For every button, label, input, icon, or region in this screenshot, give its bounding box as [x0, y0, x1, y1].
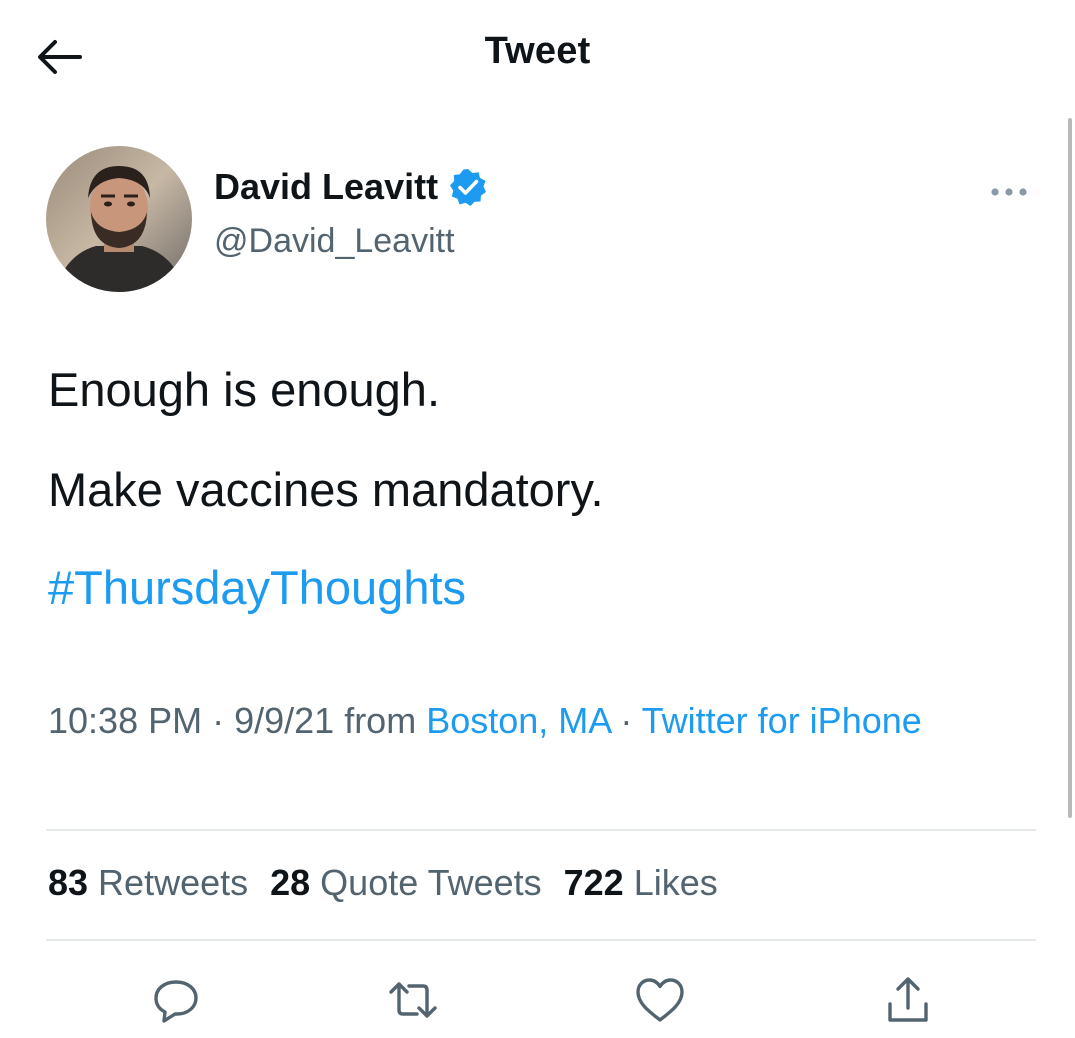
meta-from: from — [334, 700, 427, 741]
avatar[interactable] — [46, 146, 192, 292]
likes-label: Likes — [633, 862, 718, 903]
tweet-text-line-2: Make vaccines mandatory. — [48, 463, 604, 516]
like-button[interactable] — [630, 970, 690, 1030]
more-horizontal-icon — [989, 187, 1029, 197]
author-handle[interactable]: @David_Leavitt — [214, 222, 455, 261]
verified-badge-icon — [448, 167, 488, 207]
quote-tweets-count: 28 — [270, 862, 311, 903]
divider — [46, 829, 1036, 831]
retweet-button[interactable] — [383, 970, 443, 1030]
tweet-time[interactable]: 10:38 PM — [48, 700, 202, 741]
scrollbar[interactable] — [1068, 118, 1072, 818]
reply-icon — [150, 974, 202, 1026]
tweet-detail-page: Tweet David Leavitt @David_Leavitt Enoug… — [0, 0, 1075, 1038]
likes-stat[interactable]: 722 Likes — [564, 862, 718, 904]
divider — [46, 939, 1036, 941]
retweets-label: Retweets — [98, 862, 249, 903]
page-title: Tweet — [484, 30, 591, 72]
hashtag-link[interactable]: #ThursdayThoughts — [48, 560, 466, 615]
tweet-text-line-1: Enough is enough. — [48, 363, 440, 416]
tweet-date[interactable]: 9/9/21 — [234, 700, 334, 741]
quote-tweets-stat[interactable]: 28 Quote Tweets — [270, 862, 542, 904]
tweet-stats: 83 Retweets 28 Quote Tweets 722 Likes — [48, 862, 718, 904]
heart-icon — [633, 974, 687, 1026]
likes-count: 722 — [563, 862, 624, 903]
location-link[interactable]: Boston, MA — [426, 700, 610, 741]
reply-button[interactable] — [146, 970, 206, 1030]
share-icon — [882, 974, 934, 1026]
meta-separator: · — [610, 700, 642, 741]
author-name-text: David Leavitt — [214, 166, 439, 207]
share-button[interactable] — [878, 970, 938, 1030]
quote-tweets-label: Quote Tweets — [320, 862, 542, 903]
author-name[interactable]: David Leavitt — [214, 166, 488, 208]
source-link[interactable]: Twitter for iPhone — [642, 700, 922, 741]
more-button[interactable] — [986, 174, 1032, 210]
tweet-meta: 10:38 PM · 9/9/21 from Boston, MA · Twit… — [48, 693, 1008, 749]
retweets-stat[interactable]: 83 Retweets — [48, 862, 248, 904]
retweet-icon — [385, 974, 441, 1026]
avatar-photo — [46, 146, 192, 292]
meta-separator: · — [202, 700, 235, 741]
retweets-count: 83 — [48, 862, 89, 903]
